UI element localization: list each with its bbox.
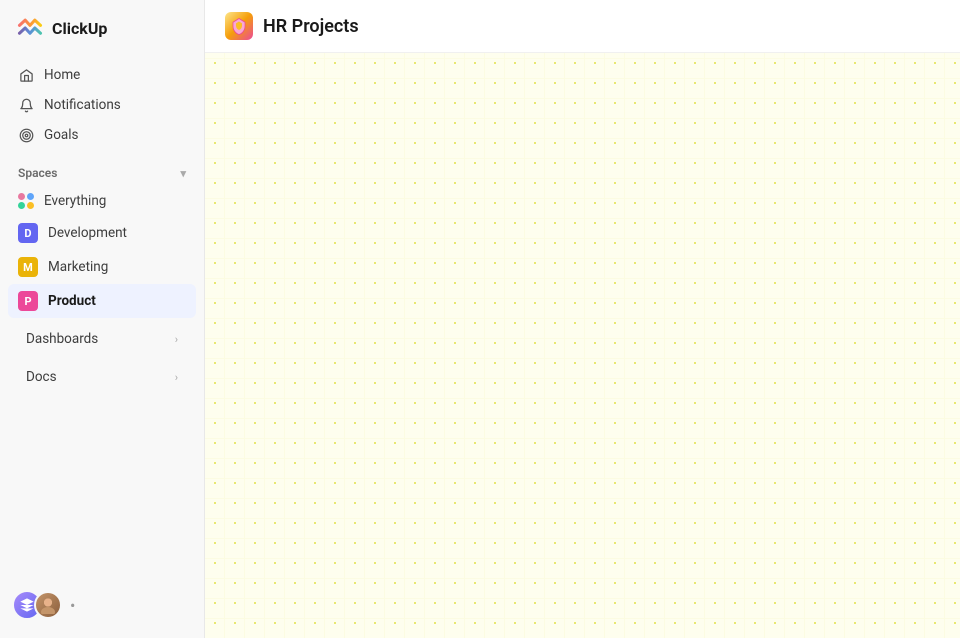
main-content: HR Projects	[205, 0, 960, 638]
docs-label: Docs	[26, 369, 57, 385]
space-marketing-label: Marketing	[48, 259, 108, 275]
avatar-menu-dots[interactable]: •	[70, 596, 75, 615]
dot-grid-background	[205, 53, 960, 638]
development-avatar: D	[18, 223, 38, 243]
product-avatar: P	[18, 291, 38, 311]
avatar-stack	[12, 590, 62, 620]
docs-chevron-icon: ›	[175, 371, 178, 384]
nav-item-goals[interactable]: Goals	[8, 120, 196, 150]
space-development-label: Development	[48, 225, 127, 241]
page-icon	[225, 12, 253, 40]
spaces-label: Spaces	[18, 166, 57, 180]
nav-item-home[interactable]: Home	[8, 60, 196, 90]
spaces-header: Spaces ▾	[0, 154, 204, 184]
main-nav: Home Notifications Goals	[0, 56, 204, 154]
space-item-product[interactable]: P Product	[8, 284, 196, 318]
page-title: HR Projects	[263, 16, 359, 37]
dashboards-item[interactable]: Dashboards ›	[8, 322, 196, 356]
sidebar: ClickUp Home Notifications	[0, 0, 205, 638]
sidebar-bottom[interactable]: •	[0, 582, 204, 628]
dashboards-chevron-icon: ›	[175, 333, 178, 346]
nav-goals-label: Goals	[44, 127, 79, 143]
target-icon	[18, 127, 34, 143]
user-avatar	[34, 591, 62, 619]
logo-text: ClickUp	[52, 19, 107, 38]
spaces-chevron-icon[interactable]: ▾	[180, 167, 186, 180]
everything-icon	[18, 193, 34, 209]
nav-home-label: Home	[44, 67, 80, 83]
nav-notifications-label: Notifications	[44, 97, 121, 113]
bell-icon	[18, 97, 34, 113]
space-product-label: Product	[48, 293, 96, 309]
main-body	[205, 53, 960, 638]
dashboards-label: Dashboards	[26, 331, 98, 347]
space-item-everything[interactable]: Everything	[8, 186, 196, 216]
main-header: HR Projects	[205, 0, 960, 53]
spaces-list: Everything D Development M Marketing P P…	[0, 184, 204, 320]
marketing-avatar: M	[18, 257, 38, 277]
home-icon	[18, 67, 34, 83]
docs-item[interactable]: Docs ›	[8, 360, 196, 394]
nav-item-notifications[interactable]: Notifications	[8, 90, 196, 120]
space-everything-label: Everything	[44, 193, 106, 209]
clickup-logo-icon	[16, 14, 44, 42]
logo-area[interactable]: ClickUp	[0, 0, 204, 56]
space-item-marketing[interactable]: M Marketing	[8, 250, 196, 284]
space-item-development[interactable]: D Development	[8, 216, 196, 250]
